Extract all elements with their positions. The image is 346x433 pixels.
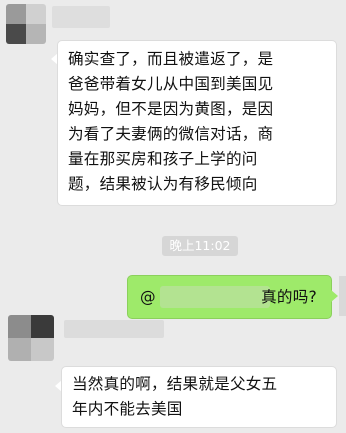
- contact-avatar[interactable]: [6, 4, 46, 44]
- incoming-message-bubble[interactable]: 确实查了，而且被遣返了，是 爸爸带着女儿从中国到美国见 妈妈，但不是因为黄图，是…: [57, 40, 337, 206]
- message-line: 年内不能去美国: [72, 400, 183, 418]
- mention-symbol: @: [140, 288, 156, 306]
- bubble-tail: [331, 290, 338, 302]
- message-line: 为看了夫妻俩的微信对话，商: [68, 125, 274, 143]
- blurred-name: [64, 320, 164, 338]
- message-line: 量在那买房和孩子上学的问: [68, 150, 258, 168]
- self-avatar-edge: [339, 276, 346, 316]
- message-line: 爸爸带着女儿从中国到美国见: [68, 75, 274, 93]
- contact-avatar[interactable]: [8, 315, 54, 361]
- incoming-message-bubble[interactable]: 当然真的啊，结果就是父女五 年内不能去美国: [61, 366, 337, 428]
- message-line: 确实查了，而且被遣返了，是: [68, 50, 274, 68]
- blurred-patch: [52, 6, 110, 28]
- redacted-mention: [160, 286, 270, 308]
- message-text: 真的吗?: [261, 288, 317, 306]
- message-line: 题，结果被认为有移民倾向: [68, 175, 258, 193]
- message-line: 妈妈，但不是因为黄图，是因: [68, 100, 274, 118]
- message-timestamp: 晚上11:02: [162, 236, 238, 256]
- outgoing-message-bubble[interactable]: @ 真的吗?: [127, 275, 332, 319]
- message-line: 当然真的啊，结果就是父女五: [72, 375, 278, 393]
